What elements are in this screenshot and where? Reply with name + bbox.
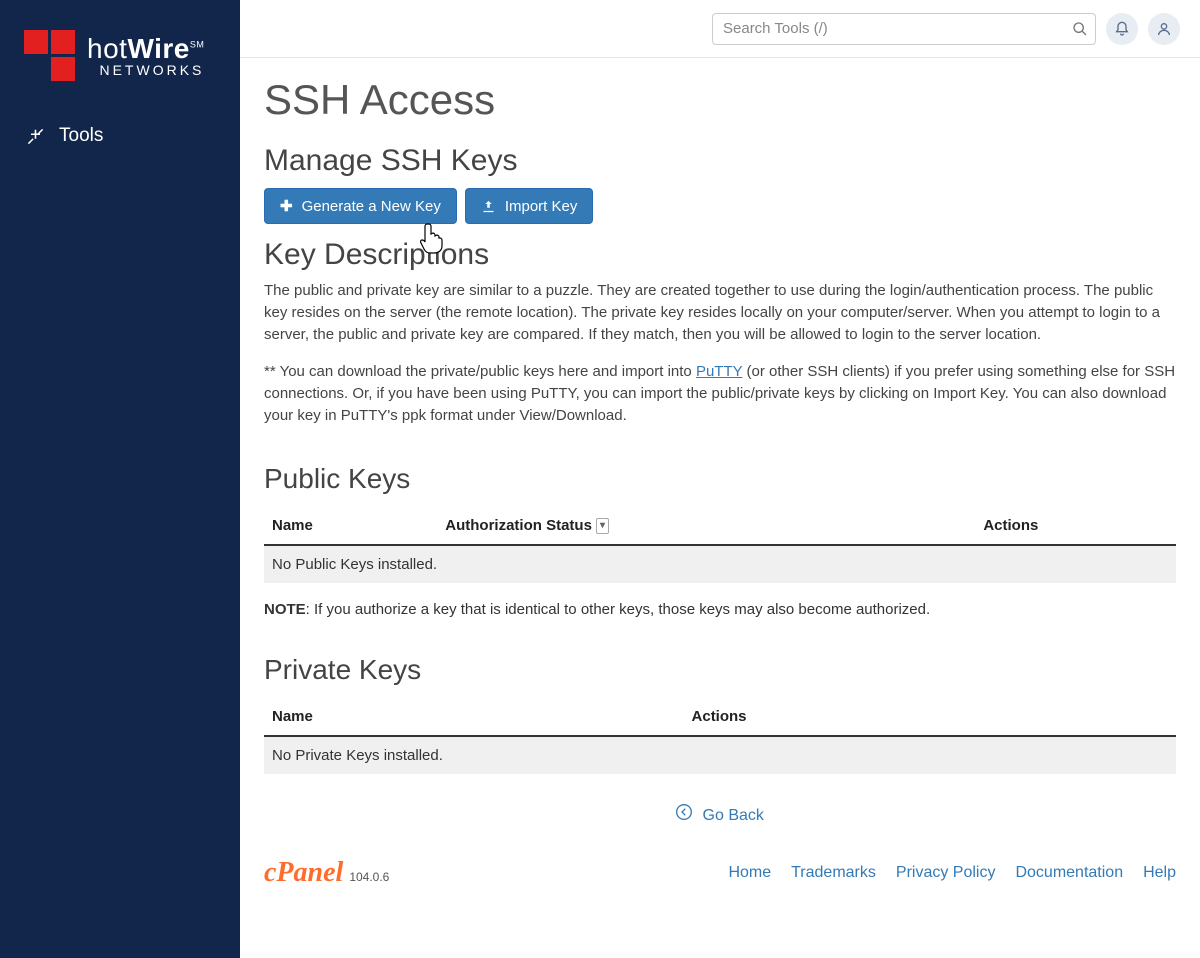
sidebar-item-label: Tools (59, 125, 103, 147)
import-key-label: Import Key (505, 198, 578, 215)
bell-icon (1114, 21, 1130, 37)
desc-para-1: The public and private key are similar t… (264, 280, 1176, 345)
table-row: No Private Keys installed. (264, 736, 1176, 774)
logo-sm: SM (190, 39, 205, 49)
go-back-link[interactable]: Go Back (676, 807, 764, 824)
page-title: SSH Access (264, 76, 1176, 124)
key-desc-title: Key Descriptions (264, 238, 1176, 272)
search-input[interactable] (712, 13, 1096, 45)
footer-link-trademarks[interactable]: Trademarks (791, 864, 876, 882)
public-keys-title: Public Keys (264, 463, 1176, 495)
pcol-actions: Actions (684, 698, 1176, 736)
user-button[interactable] (1148, 13, 1180, 45)
sort-icon: ▾ (596, 518, 609, 534)
auth-note: NOTE: If you authorize a key that is ide… (264, 601, 1176, 618)
logo-text-1a: hot (87, 33, 127, 64)
generate-key-label: Generate a New Key (302, 198, 441, 215)
footer: cPanel 104.0.6 Home Trademarks Privacy P… (264, 845, 1176, 909)
note-label: NOTE (264, 601, 306, 618)
putty-link[interactable]: PuTTY (696, 363, 742, 380)
manage-title: Manage SSH Keys (264, 144, 1176, 178)
footer-link-privacy[interactable]: Privacy Policy (896, 864, 996, 882)
footer-link-docs[interactable]: Documentation (1015, 864, 1123, 882)
search-button[interactable] (1068, 17, 1092, 41)
search-icon (1072, 21, 1088, 37)
desc-p2-a: ** You can download the private/public k… (264, 363, 696, 380)
cpanel-version: 104.0.6 (349, 870, 389, 884)
note-text: : If you authorize a key that is identic… (306, 601, 931, 618)
main-area: SSH Access Manage SSH Keys ✚ Generate a … (240, 0, 1200, 958)
pcol-name[interactable]: Name (264, 698, 684, 736)
private-empty: No Private Keys installed. (264, 736, 1176, 774)
user-icon (1156, 21, 1172, 37)
footer-link-help[interactable]: Help (1143, 864, 1176, 882)
search-wrap (712, 13, 1096, 45)
col-auth[interactable]: Authorization Status▾ (437, 507, 975, 545)
content: SSH Access Manage SSH Keys ✚ Generate a … (240, 58, 1200, 958)
import-key-button[interactable]: Import Key (465, 188, 594, 224)
col-actions: Actions (975, 507, 1176, 545)
footer-links: Home Trademarks Privacy Policy Documenta… (728, 864, 1176, 882)
logo-text-1b: Wire (127, 33, 189, 64)
sidebar: hotWireSM NETWORKS Tools (0, 0, 240, 958)
private-keys-title: Private Keys (264, 654, 1176, 686)
private-keys-table: Name Actions No Private Keys installed. (264, 698, 1176, 774)
generate-key-button[interactable]: ✚ Generate a New Key (264, 188, 457, 224)
desc-para-2: ** You can download the private/public k… (264, 361, 1176, 426)
plus-icon: ✚ (280, 197, 293, 215)
col-auth-label: Authorization Status (445, 517, 592, 534)
wrench-icon (26, 127, 45, 146)
go-back-label: Go Back (703, 807, 764, 824)
topbar (240, 0, 1200, 58)
cpanel-word: cPanel (264, 857, 343, 889)
cpanel-logo: cPanel 104.0.6 (264, 857, 389, 889)
notifications-button[interactable] (1106, 13, 1138, 45)
go-back-wrap: Go Back (264, 804, 1176, 825)
table-row: No Public Keys installed. (264, 545, 1176, 583)
brand-logo: hotWireSM NETWORKS (0, 0, 240, 111)
upload-icon (481, 199, 496, 214)
logo-squares-icon (24, 30, 75, 81)
logo-text-2: NETWORKS (87, 63, 204, 77)
footer-link-home[interactable]: Home (728, 864, 771, 882)
arrow-left-icon (676, 804, 692, 820)
public-empty: No Public Keys installed. (264, 545, 1176, 583)
sidebar-item-tools[interactable]: Tools (0, 111, 240, 161)
public-keys-table: Name Authorization Status▾ Actions No Pu… (264, 507, 1176, 583)
col-name[interactable]: Name (264, 507, 437, 545)
